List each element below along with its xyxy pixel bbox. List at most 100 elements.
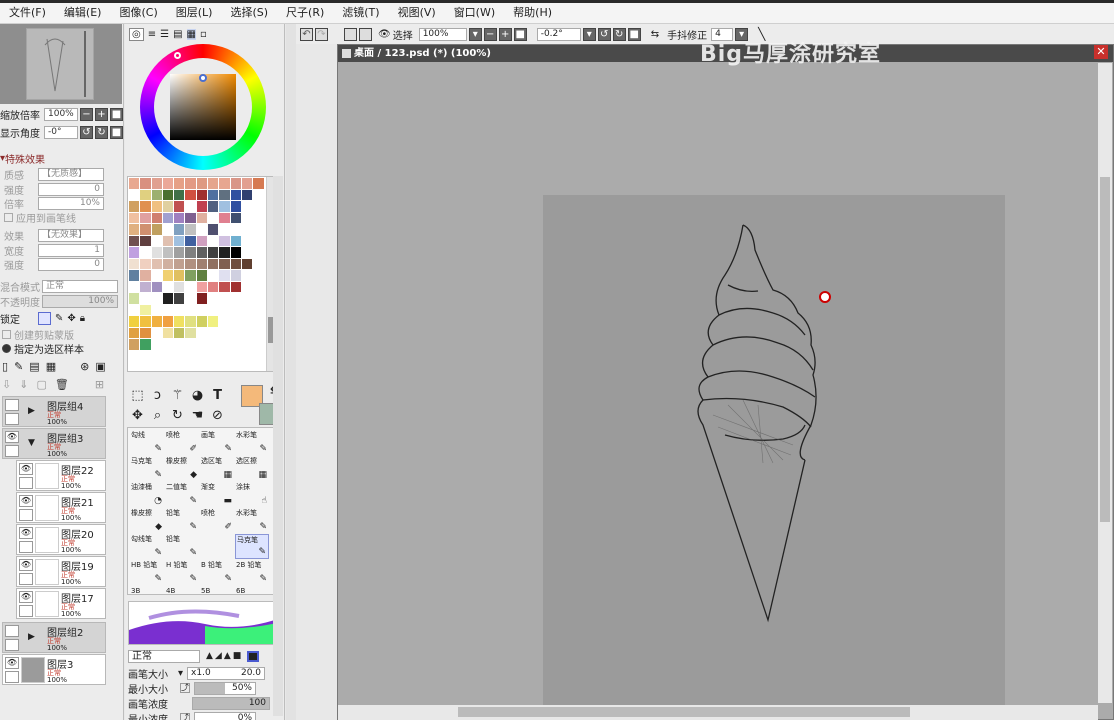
visibility-eye-icon[interactable]: [5, 625, 19, 637]
swatch-cell[interactable]: [253, 258, 265, 270]
selection-sample-row[interactable]: 指定为选区样本: [2, 340, 84, 356]
swatch-cell[interactable]: [253, 247, 265, 259]
merge-visible-icon[interactable]: ⊞: [95, 378, 104, 391]
swatch-cell[interactable]: [140, 258, 152, 270]
vertical-scrollbar[interactable]: [1098, 63, 1112, 703]
swatch-cell[interactable]: [185, 178, 197, 190]
swatch-cell[interactable]: [219, 327, 231, 339]
width-field[interactable]: 1: [38, 243, 104, 257]
swatch-cell[interactable]: [196, 224, 209, 236]
layer-group-row[interactable]: ▶ 图层组2 正常 100%: [2, 622, 106, 653]
brush-tool[interactable]: 勾线笔 ✎: [130, 534, 164, 559]
swatch-cell[interactable]: [140, 212, 152, 224]
delete-layer-icon[interactable]: 🗑︎: [55, 378, 69, 391]
swatch-cell[interactable]: [241, 304, 254, 316]
swatch-cell[interactable]: [162, 258, 175, 270]
eyedropper-icon[interactable]: ⊘: [209, 407, 226, 424]
brush-tool[interactable]: 4B: [165, 586, 199, 598]
swatch-cell[interactable]: [230, 235, 242, 247]
swatch-cell[interactable]: [241, 235, 254, 247]
swatch-cell[interactable]: [140, 316, 152, 328]
swatch-cell[interactable]: [208, 281, 220, 293]
swatch-cell[interactable]: [185, 235, 197, 247]
new-layer-icon[interactable]: ▯: [2, 360, 8, 373]
swatch-cell[interactable]: [140, 293, 152, 305]
brush-tool[interactable]: 5B: [200, 586, 234, 598]
swatch-cell[interactable]: [185, 189, 197, 201]
new-layer-group-icon[interactable]: ✎: [14, 360, 23, 373]
hand-tool-icon[interactable]: ☚: [189, 407, 206, 424]
swatch-cell[interactable]: [129, 304, 141, 316]
rotate-reset-button[interactable]: ■: [110, 125, 123, 139]
swatch-cell[interactable]: [219, 339, 231, 351]
swatch-cell[interactable]: [253, 224, 265, 236]
horizontal-scrollbar[interactable]: [338, 705, 1098, 720]
invert-select-button[interactable]: [359, 27, 372, 41]
swatch-cell[interactable]: [219, 189, 231, 201]
swatch-cell[interactable]: [219, 235, 231, 247]
density-slider[interactable]: 100: [192, 696, 270, 710]
brush-tool[interactable]: 选区擦 ▦: [235, 456, 269, 481]
swatch-cell[interactable]: [174, 178, 186, 190]
swatch-cell[interactable]: [208, 304, 220, 316]
new-folder-icon[interactable]: ▤: [29, 360, 39, 373]
swatch-cell[interactable]: [241, 281, 254, 293]
brush-shape-icons[interactable]: ▲◢▲■: [206, 651, 243, 661]
layer-select-checkbox[interactable]: [5, 413, 19, 425]
menu-item[interactable]: 图层(L): [167, 3, 222, 23]
blend-mode-select[interactable]: 正常: [42, 279, 118, 293]
swatch-cell[interactable]: [253, 316, 265, 328]
swatch-cell[interactable]: [151, 327, 163, 339]
swatch-cell[interactable]: [162, 224, 175, 236]
swatch-cell[interactable]: [208, 235, 220, 247]
menu-item[interactable]: 尺子(R): [277, 3, 333, 23]
clip-mask-checkbox[interactable]: [2, 329, 11, 339]
layer-select-checkbox[interactable]: [5, 639, 19, 651]
menu-item[interactable]: 选择(S): [221, 3, 277, 23]
brush-tool[interactable]: 选区笔 ▦: [200, 456, 234, 481]
scratchpad-tab[interactable]: ▫: [200, 29, 207, 40]
hue-picker[interactable]: [174, 52, 181, 59]
effects-header[interactable]: ▾ 特殊效果: [0, 150, 45, 166]
swatch-cell[interactable]: [129, 316, 141, 328]
swatch-cell[interactable]: [129, 178, 141, 190]
panel-divider[interactable]: [286, 24, 296, 720]
opacity-slider[interactable]: 100%: [42, 294, 118, 308]
layer-select-checkbox[interactable]: [19, 573, 33, 585]
swatch-cell[interactable]: [129, 258, 141, 270]
swatch-cell[interactable]: [196, 189, 209, 201]
swatch-cell[interactable]: [196, 316, 209, 328]
swatch-cell[interactable]: [208, 247, 220, 259]
swatch-cell[interactable]: [140, 339, 152, 351]
swatch-cell[interactable]: [174, 327, 186, 339]
swatch-cell[interactable]: [185, 327, 197, 339]
swatch-cell[interactable]: [208, 270, 220, 282]
lock-all-icon[interactable]: 🔒︎: [80, 313, 85, 324]
swatch-cell[interactable]: [174, 212, 186, 224]
brush-tool[interactable]: 铅笔 ✎: [165, 534, 199, 559]
swatch-cell[interactable]: [151, 247, 163, 259]
min-size-slider[interactable]: 50%: [194, 681, 256, 695]
min-density-pressure-icon[interactable]: ⤴: [180, 713, 190, 720]
swatch-cell[interactable]: [196, 258, 209, 270]
rotate-left-button[interactable]: ↺: [80, 125, 93, 139]
swatch-cell[interactable]: [253, 339, 265, 351]
swatch-cell[interactable]: [185, 247, 197, 259]
intensity2-field[interactable]: 0: [38, 257, 104, 271]
flip-icon[interactable]: ⇆: [651, 29, 659, 40]
swatch-cell[interactable]: [162, 293, 175, 305]
rect-select-icon[interactable]: ⬚: [129, 387, 146, 404]
merge-down-icon[interactable]: ⇓: [19, 378, 28, 391]
swatch-cell[interactable]: [185, 212, 197, 224]
swatch-cell[interactable]: [196, 178, 209, 190]
layer-row[interactable]: 👁︎ 图层21 正常 100%: [16, 492, 106, 523]
swatch-cell[interactable]: [174, 258, 186, 270]
menu-item[interactable]: 图像(C): [110, 3, 166, 23]
layer-row[interactable]: 👁︎ 图层17 正常 100%: [16, 588, 106, 619]
swatch-cell[interactable]: [174, 247, 186, 259]
sv-picker[interactable]: [199, 74, 207, 82]
swatch-tab[interactable]: ▤: [173, 29, 182, 40]
swatch-cell[interactable]: [208, 258, 220, 270]
toolbar-rotate-reset[interactable]: ■: [627, 27, 641, 41]
apply-brush-row[interactable]: 应用到画笔线: [4, 209, 76, 225]
